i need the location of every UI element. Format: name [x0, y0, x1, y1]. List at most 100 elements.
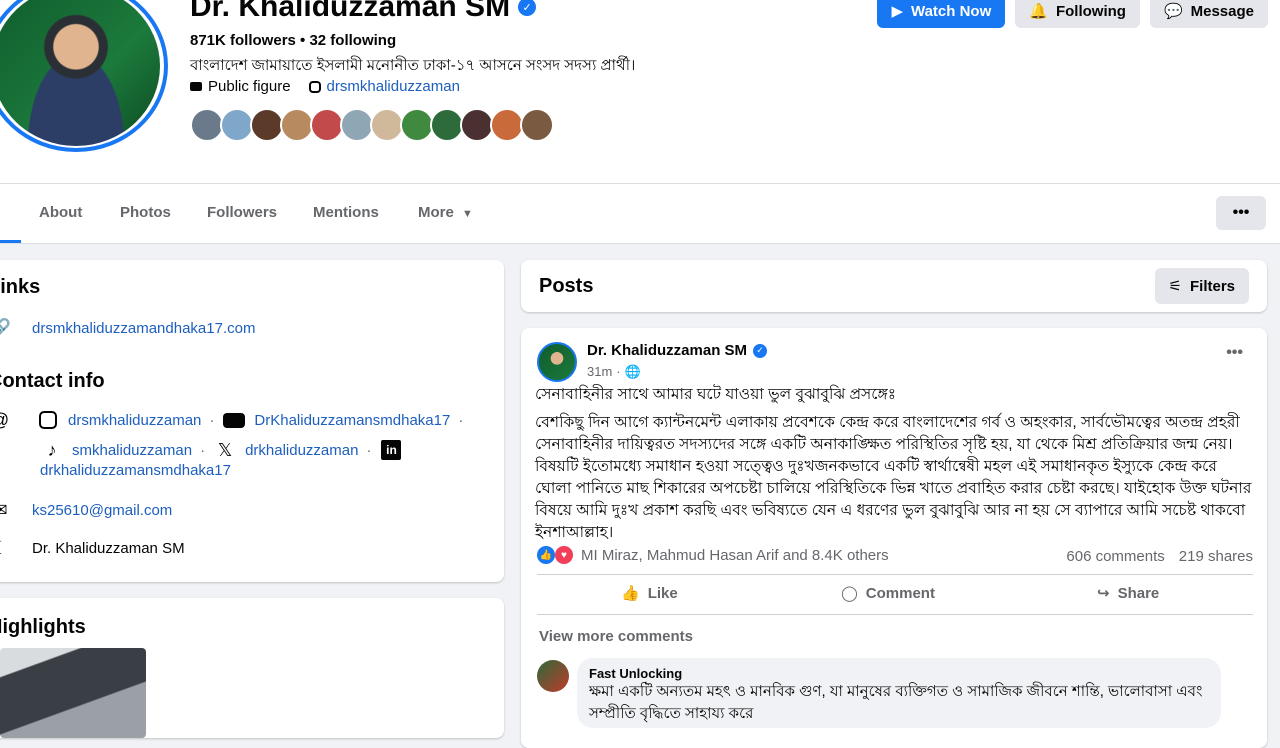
watch-now-label: Watch Now: [911, 3, 991, 20]
website-row: 🔗 drsmkhaliduzzamandhaka17.com: [0, 316, 255, 340]
post-time[interactable]: 31m: [587, 364, 612, 380]
video-icon: ▶: [891, 2, 903, 20]
follower-avatar[interactable]: [460, 108, 494, 142]
at-icon: @: [0, 408, 12, 432]
commenter-avatar[interactable]: [537, 660, 569, 692]
message-button[interactable]: 💬 Message: [1150, 0, 1268, 28]
follower-avatar[interactable]: [520, 108, 554, 142]
profile-header: Dr. Khaliduzzaman SM ✓ 871K followers • …: [0, 0, 1280, 244]
social-row-1: @ drsmkhaliduzzaman · DrKhaliduzzamansmd…: [0, 408, 463, 432]
email-link[interactable]: ks25610@gmail.com: [32, 502, 172, 519]
divider: [537, 574, 1253, 575]
profile-name: Dr. Khaliduzzaman SM: [190, 0, 510, 24]
post-meta: 31m · 🌐: [587, 364, 641, 380]
social-row-2: ♪ smkhaliduzzaman · 𝕏 drkhaliduzzaman · …: [40, 438, 403, 462]
instagram-icon: [309, 81, 321, 93]
follower-avatar[interactable]: [370, 108, 404, 142]
commenter-name[interactable]: Fast Unlocking: [589, 666, 1209, 681]
verified-badge-icon: ✓: [518, 0, 536, 16]
header-actions: ▶ Watch Now 🔔 Following 💬 Message: [877, 0, 1280, 28]
follower-avatar[interactable]: [250, 108, 284, 142]
bell-icon: 🔔: [1029, 2, 1048, 20]
view-more-comments[interactable]: View more comments: [539, 628, 693, 645]
post-author-avatar[interactable]: [537, 342, 577, 382]
engagement-counts: 606 comments 219 shares: [1066, 548, 1253, 565]
tab-photos[interactable]: Photos: [120, 204, 171, 221]
post-content: বেশকিছু দিন আগে ক্যান্টনমেন্ট এলাকায় প্…: [535, 412, 1255, 544]
social-row-3: drkhaliduzzamansmdhaka17: [40, 462, 231, 479]
tab-mentions[interactable]: Mentions: [313, 204, 379, 221]
watch-now-button[interactable]: ▶ Watch Now: [877, 0, 1005, 28]
comment-label: Comment: [866, 585, 935, 602]
globe-icon: 🌐: [625, 364, 641, 380]
comment-count[interactable]: 606 comments: [1066, 548, 1164, 565]
love-reaction-icon: ♥: [555, 546, 573, 564]
highlights-card: Highlights: [0, 598, 504, 738]
tiktok-icon: ♪: [40, 438, 64, 462]
filters-icon: ⚟: [1169, 277, 1182, 295]
follower-avatar[interactable]: [340, 108, 374, 142]
profile-avatar[interactable]: [0, 0, 168, 152]
following-button[interactable]: 🔔 Following: [1015, 0, 1140, 28]
comment-icon: ◯: [841, 584, 858, 602]
youtube-link[interactable]: DrKhaliduzzamansmdhaka17: [254, 412, 450, 429]
following-label: Following: [1056, 3, 1126, 20]
briefcase-icon: [190, 82, 202, 91]
contact-title: Contact info: [0, 370, 105, 393]
follower-stats[interactable]: 871K followers • 32 following: [190, 32, 396, 49]
envelope-icon: ✉: [0, 498, 12, 522]
email-row: ✉ ks25610@gmail.com: [0, 498, 172, 522]
post-card: Dr. Khaliduzzaman SM ✓ 31m · 🌐 ••• সেনাব…: [521, 328, 1267, 748]
share-count[interactable]: 219 shares: [1179, 548, 1253, 565]
tab-about[interactable]: About: [39, 204, 82, 221]
messenger-row: ☾ Dr. Khaliduzzaman SM: [0, 536, 185, 560]
follower-avatar[interactable]: [400, 108, 434, 142]
category-label: Public figure: [208, 78, 291, 95]
post-heading: সেনাবাহিনীর সাথে আমার ঘটে যাওয়া ভুল বুঝ…: [535, 384, 1255, 406]
caret-down-icon: ▼: [462, 208, 473, 220]
follower-avatar[interactable]: [430, 108, 464, 142]
message-label: Message: [1191, 3, 1254, 20]
verified-badge-icon: ✓: [753, 344, 767, 358]
follower-avatar[interactable]: [190, 108, 224, 142]
share-label: Share: [1118, 585, 1160, 602]
follower-avatar[interactable]: [220, 108, 254, 142]
youtube-icon: [222, 408, 246, 432]
tab-more[interactable]: More ▼: [418, 204, 473, 221]
active-tab-indicator: [0, 240, 21, 243]
post-author-row: Dr. Khaliduzzaman SM ✓: [587, 342, 767, 359]
website-link[interactable]: drsmkhaliduzzamandhaka17.com: [32, 320, 255, 337]
post-options-icon[interactable]: •••: [1226, 344, 1243, 362]
x-link[interactable]: drkhaliduzzaman: [245, 442, 358, 459]
follower-avatar[interactable]: [490, 108, 524, 142]
reactions-row[interactable]: 👍 ♥ MI Miraz, Mahmud Hasan Arif and 8.4K…: [537, 546, 889, 564]
posts-header-card: Posts ⚟ Filters: [521, 260, 1267, 312]
messenger-name[interactable]: Dr. Khaliduzzaman SM: [32, 540, 185, 557]
tiktok-link[interactable]: smkhaliduzzaman: [72, 442, 192, 459]
instagram-link[interactable]: drsmkhaliduzzaman: [68, 412, 201, 429]
like-reaction-icon: 👍: [537, 546, 555, 564]
comment-button[interactable]: ◯ Comment: [841, 584, 935, 602]
post-author-name[interactable]: Dr. Khaliduzzaman SM: [587, 342, 747, 359]
messenger-icon: 💬: [1164, 2, 1183, 20]
linkedin-link[interactable]: drkhaliduzzamansmdhaka17: [40, 462, 231, 479]
messenger-icon: ☾: [0, 536, 12, 560]
linkedin-icon: in: [379, 438, 403, 462]
filters-button[interactable]: ⚟ Filters: [1155, 268, 1249, 304]
tab-followers[interactable]: Followers: [207, 204, 277, 221]
like-label: Like: [648, 585, 678, 602]
follower-avatar[interactable]: [280, 108, 314, 142]
highlight-thumbnail[interactable]: [0, 648, 146, 738]
thumbs-up-icon: 👍: [621, 584, 640, 602]
comment-text: ক্ষমা একটি অন্যতম মহৎ ও মানবিক গুণ, যা ম…: [589, 681, 1209, 725]
like-button[interactable]: 👍 Like: [621, 584, 678, 602]
instagram-handle[interactable]: drsmkhaliduzzaman: [327, 78, 460, 95]
more-options-button[interactable]: •••: [1216, 196, 1266, 230]
post-body: সেনাবাহিনীর সাথে আমার ঘটে যাওয়া ভুল বুঝ…: [535, 384, 1255, 544]
divider: [537, 614, 1253, 615]
instagram-item[interactable]: drsmkhaliduzzaman: [309, 78, 460, 95]
share-button[interactable]: ↪ Share: [1097, 584, 1159, 602]
x-icon: 𝕏: [213, 438, 237, 462]
follower-avatar[interactable]: [310, 108, 344, 142]
filters-label: Filters: [1190, 278, 1235, 295]
